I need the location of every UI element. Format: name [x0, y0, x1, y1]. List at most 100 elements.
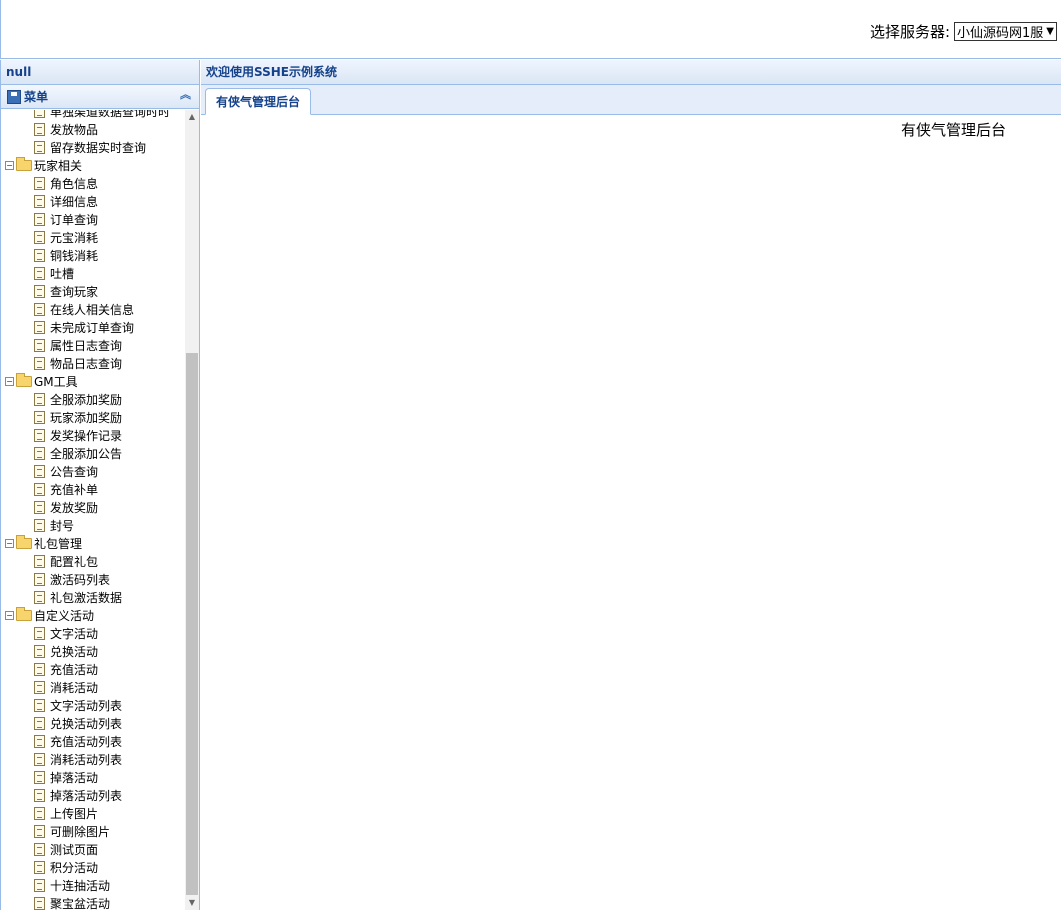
- tree-item[interactable]: 充值活动列表: [1, 732, 185, 750]
- tree-item[interactable]: 铜钱消耗: [1, 246, 185, 264]
- folder-icon: [16, 606, 32, 621]
- tree-item[interactable]: 积分活动: [1, 858, 185, 876]
- tree-item[interactable]: 订单查询: [1, 210, 185, 228]
- tree-item[interactable]: 文字活动列表: [1, 696, 185, 714]
- tree-label: 留存数据实时查询: [50, 140, 147, 155]
- tree-item[interactable]: 详细信息: [1, 192, 185, 210]
- scroll-up-arrow-icon[interactable]: ▲: [185, 110, 199, 124]
- tree-label: 单独渠道数据查询时时: [50, 110, 171, 119]
- page-icon: [34, 590, 45, 604]
- tree-folder[interactable]: − 自定义活动: [1, 606, 185, 624]
- tree-item[interactable]: 发奖操作记录: [1, 426, 185, 444]
- tree-label: 发奖操作记录: [50, 428, 123, 443]
- tree-item[interactable]: 十连抽活动: [1, 876, 185, 894]
- page-icon: [34, 464, 45, 478]
- collapse-toggle-icon[interactable]: −: [5, 538, 14, 548]
- tree-label: 充值活动: [50, 662, 99, 677]
- tree-item[interactable]: 上传图片: [1, 804, 185, 822]
- tree-item[interactable]: 玩家添加奖励: [1, 408, 185, 426]
- tree-item[interactable]: 消耗活动列表: [1, 750, 185, 768]
- tree-label: GM工具: [34, 374, 78, 389]
- tree-item[interactable]: 全服添加公告: [1, 444, 185, 462]
- tree-item[interactable]: 封号: [1, 516, 185, 534]
- folder-icon: [16, 156, 32, 171]
- collapse-toggle-icon[interactable]: −: [5, 610, 14, 620]
- tree-label: 掉落活动列表: [50, 788, 123, 803]
- tree-label: 未完成订单查询: [50, 320, 135, 335]
- page-icon: [34, 680, 45, 694]
- page-icon: [34, 500, 45, 514]
- collapse-toggle-icon[interactable]: −: [5, 376, 14, 386]
- tree-label: 订单查询: [50, 212, 99, 227]
- tree-item[interactable]: 元宝消耗: [1, 228, 185, 246]
- menu-tree: 单独渠道数据查询时时 发放物品留存数据实时查询 − 玩家相关角色信息 详细信息订单查询元…: [1, 110, 185, 910]
- tree-item[interactable]: 测试页面: [1, 840, 185, 858]
- tree-item[interactable]: 充值补单: [1, 480, 185, 498]
- scroll-thumb[interactable]: [186, 353, 198, 895]
- top-header: 选择服务器: 小仙源码网1服 ▼: [0, 0, 1061, 59]
- server-selector: 选择服务器: 小仙源码网1服 ▼: [870, 21, 1057, 42]
- tree-item[interactable]: 兑换活动列表: [1, 714, 185, 732]
- tree-item[interactable]: 掉落活动: [1, 768, 185, 786]
- page-icon: [34, 230, 45, 244]
- page-icon: [34, 896, 45, 910]
- tree-label: 测试页面: [50, 842, 99, 857]
- tab-admin-home[interactable]: 有侠气管理后台: [205, 88, 312, 115]
- tree-label: 兑换活动: [50, 644, 99, 659]
- double-chevron-up-icon[interactable]: ︽: [180, 89, 191, 100]
- page-icon: [34, 770, 45, 784]
- tree-item[interactable]: 属性日志查询: [1, 336, 185, 354]
- page-icon: [34, 788, 45, 802]
- scroll-down-arrow-icon[interactable]: ▼: [185, 896, 199, 910]
- tree-item[interactable]: 角色信息: [1, 174, 185, 192]
- server-select[interactable]: 小仙源码网1服 ▼: [954, 22, 1057, 41]
- page-icon: [34, 842, 45, 856]
- tree-folder[interactable]: − 玩家相关: [1, 156, 185, 174]
- tree-label: 上传图片: [50, 806, 99, 821]
- west-panel: null 菜单 ︽ 单独渠道数据查询时时 发放物品 留存数据实时查询 − 玩家相关 角色信…: [0, 60, 200, 910]
- tree-label: 元宝消耗: [50, 230, 99, 245]
- tree-item[interactable]: 单独渠道数据查询时时: [1, 110, 185, 120]
- tree-item[interactable]: 消耗活动: [1, 678, 185, 696]
- collapse-toggle-icon[interactable]: −: [5, 160, 14, 170]
- menu-accordion-header[interactable]: 菜单 ︽: [1, 85, 199, 109]
- tree-item[interactable]: 查询玩家: [1, 282, 185, 300]
- tree-label: 充值活动列表: [50, 734, 123, 749]
- tree-item[interactable]: 可删除图片: [1, 822, 185, 840]
- tree-item[interactable]: 留存数据实时查询: [1, 138, 185, 156]
- tree-label: 属性日志查询: [50, 338, 123, 353]
- page-icon: [34, 824, 45, 838]
- tree-folder[interactable]: − GM工具: [1, 372, 185, 390]
- page-icon: [34, 338, 45, 352]
- tree-item[interactable]: 公告查询: [1, 462, 185, 480]
- page-icon: [34, 806, 45, 820]
- tree-item[interactable]: 兑换活动: [1, 642, 185, 660]
- tree-label: 角色信息: [50, 176, 99, 191]
- tree-item[interactable]: 发放物品: [1, 120, 185, 138]
- tree-item[interactable]: 聚宝盆活动: [1, 894, 185, 910]
- tree-item[interactable]: 物品日志查询: [1, 354, 185, 372]
- tree-item[interactable]: 礼包激活数据: [1, 588, 185, 606]
- page-icon: [34, 644, 45, 658]
- tree-item[interactable]: 发放奖励: [1, 498, 185, 516]
- page-icon: [34, 176, 45, 190]
- tree-item[interactable]: 未完成订单查询: [1, 318, 185, 336]
- tree-scrollbar[interactable]: ▲ ▼: [185, 110, 199, 910]
- page-icon: [34, 626, 45, 640]
- page-icon: [34, 356, 45, 370]
- tree-label: 文字活动列表: [50, 698, 123, 713]
- tree-label: 充值补单: [50, 482, 99, 497]
- tree-item[interactable]: 激活码列表: [1, 570, 185, 588]
- tab-strip: 有侠气管理后台: [201, 85, 1061, 115]
- page-icon: [34, 662, 45, 676]
- tree-item[interactable]: 文字活动: [1, 624, 185, 642]
- tree-folder[interactable]: − 礼包管理: [1, 534, 185, 552]
- tree-item[interactable]: 在线人相关信息: [1, 300, 185, 318]
- tree-item[interactable]: 全服添加奖励: [1, 390, 185, 408]
- tree-item[interactable]: 吐槽: [1, 264, 185, 282]
- menu-tree-viewport: 单独渠道数据查询时时 发放物品留存数据实时查询 − 玩家相关角色信息 详细信息订单查询元…: [1, 110, 199, 910]
- tree-item[interactable]: 配置礼包: [1, 552, 185, 570]
- server-selected-value: 小仙源码网1服: [957, 26, 1044, 41]
- tree-item[interactable]: 掉落活动列表: [1, 786, 185, 804]
- tree-item[interactable]: 充值活动: [1, 660, 185, 678]
